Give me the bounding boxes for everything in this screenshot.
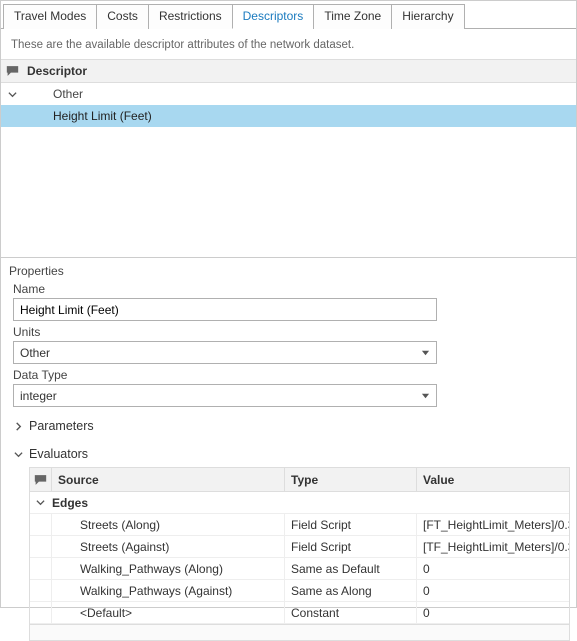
evaluator-row[interactable]: Walking_Pathways (Along)Same as Default0 bbox=[30, 558, 569, 580]
row-icon-cell bbox=[30, 514, 52, 535]
chevron-down-icon bbox=[11, 450, 25, 459]
tab-bar: Travel Modes Costs Restrictions Descript… bbox=[1, 1, 576, 29]
evaluators-group-edges[interactable]: Edges bbox=[30, 492, 569, 514]
tab-hierarchy[interactable]: Hierarchy bbox=[391, 4, 464, 29]
row-value: [FT_HeightLimit_Meters]/0.3048 bbox=[417, 514, 569, 535]
datatype-label: Data Type bbox=[13, 368, 564, 382]
tree-group-other[interactable]: Other bbox=[1, 83, 576, 105]
descriptor-header-row: Descriptor bbox=[1, 59, 576, 83]
row-icon-cell bbox=[30, 580, 52, 601]
units-label: Units bbox=[13, 325, 564, 339]
evaluators-section-toggle[interactable]: Evaluators bbox=[1, 439, 576, 467]
name-label: Name bbox=[13, 282, 564, 296]
evaluators-table: Source Type Value Edges Streets (Along)F… bbox=[29, 467, 570, 641]
row-type: Field Script bbox=[285, 514, 417, 535]
row-type: Same as Along bbox=[285, 580, 417, 601]
descriptor-tree: Other Height Limit (Feet) bbox=[1, 83, 576, 258]
properties-title: Properties bbox=[9, 264, 568, 278]
tab-costs[interactable]: Costs bbox=[96, 4, 149, 29]
evaluators-blank-row bbox=[30, 624, 569, 640]
chevron-down-icon[interactable] bbox=[1, 90, 23, 99]
name-input[interactable] bbox=[13, 298, 437, 321]
chevron-right-icon bbox=[11, 422, 25, 431]
evaluators-table-header: Source Type Value bbox=[30, 468, 569, 492]
comment-icon bbox=[1, 65, 23, 77]
tree-item-label: Height Limit (Feet) bbox=[1, 109, 152, 123]
row-type: Constant bbox=[285, 602, 417, 623]
row-value: 0 bbox=[417, 580, 569, 601]
tab-descriptors[interactable]: Descriptors bbox=[232, 4, 315, 29]
col-header-value[interactable]: Value bbox=[417, 468, 569, 491]
dropdown-arrow-icon bbox=[421, 389, 430, 403]
row-type: Field Script bbox=[285, 536, 417, 557]
row-source: Streets (Against) bbox=[52, 536, 285, 557]
row-icon-cell bbox=[30, 558, 52, 579]
tree-item-height-limit[interactable]: Height Limit (Feet) bbox=[1, 105, 576, 127]
evaluator-row[interactable]: <Default>Constant0 bbox=[30, 602, 569, 624]
units-value: Other bbox=[20, 346, 50, 360]
row-type: Same as Default bbox=[285, 558, 417, 579]
info-text: These are the available descriptor attri… bbox=[1, 29, 576, 59]
units-dropdown[interactable]: Other bbox=[13, 341, 437, 364]
dropdown-arrow-icon bbox=[421, 346, 430, 360]
row-icon-cell bbox=[30, 602, 52, 623]
evaluator-row[interactable]: Walking_Pathways (Against)Same as Along0 bbox=[30, 580, 569, 602]
chevron-down-icon bbox=[30, 498, 50, 507]
row-value: [TF_HeightLimit_Meters]/0.3048 bbox=[417, 536, 569, 557]
evaluator-row[interactable]: Streets (Against)Field Script[TF_HeightL… bbox=[30, 536, 569, 558]
evaluator-row[interactable]: Streets (Along)Field Script[FT_HeightLim… bbox=[30, 514, 569, 536]
evaluators-label: Evaluators bbox=[29, 447, 88, 461]
datatype-dropdown[interactable]: integer bbox=[13, 384, 437, 407]
col-header-type[interactable]: Type bbox=[285, 468, 417, 491]
comment-icon bbox=[30, 468, 52, 491]
descriptor-header-label: Descriptor bbox=[23, 64, 87, 78]
parameters-label: Parameters bbox=[29, 419, 94, 433]
row-source: Walking_Pathways (Against) bbox=[52, 580, 285, 601]
parameters-section-toggle[interactable]: Parameters bbox=[1, 411, 576, 439]
tree-group-label: Other bbox=[23, 87, 83, 101]
properties-section: Properties Name Units Other Data Type in… bbox=[1, 258, 576, 411]
row-source: Streets (Along) bbox=[52, 514, 285, 535]
row-value: 0 bbox=[417, 602, 569, 623]
row-value: 0 bbox=[417, 558, 569, 579]
tab-travel-modes[interactable]: Travel Modes bbox=[3, 4, 97, 29]
col-header-source[interactable]: Source bbox=[52, 468, 285, 491]
evaluators-group-label: Edges bbox=[50, 496, 88, 510]
row-icon-cell bbox=[30, 536, 52, 557]
datatype-value: integer bbox=[20, 389, 57, 403]
tab-time-zone[interactable]: Time Zone bbox=[313, 4, 392, 29]
row-source: Walking_Pathways (Along) bbox=[52, 558, 285, 579]
tab-restrictions[interactable]: Restrictions bbox=[148, 4, 233, 29]
row-source: <Default> bbox=[52, 602, 285, 623]
